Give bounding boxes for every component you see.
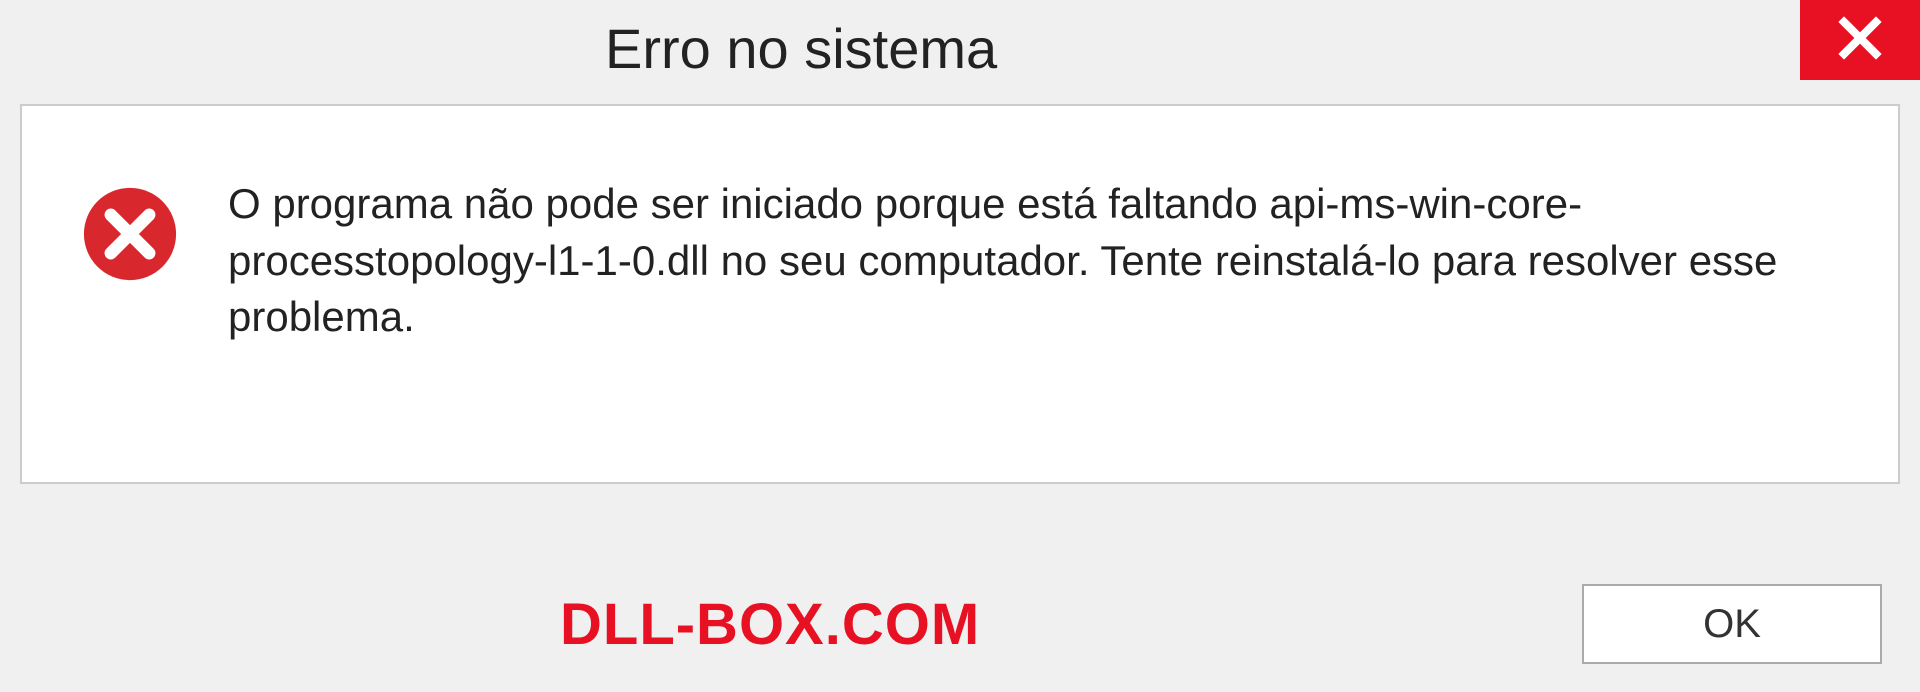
close-icon <box>1836 14 1884 67</box>
ok-button-label: OK <box>1703 602 1761 647</box>
close-button[interactable] <box>1800 0 1920 80</box>
watermark-text: DLL-BOX.COM <box>560 591 980 658</box>
error-cross-icon <box>82 186 178 282</box>
content-panel: O programa não pode ser iniciado porque … <box>20 104 1900 484</box>
ok-button[interactable]: OK <box>1582 584 1882 664</box>
titlebar: Erro no sistema <box>0 0 1920 96</box>
dialog-title: Erro no sistema <box>605 16 997 81</box>
error-message: O programa não pode ser iniciado porque … <box>228 176 1788 346</box>
footer: DLL-BOX.COM OK <box>0 584 1920 664</box>
